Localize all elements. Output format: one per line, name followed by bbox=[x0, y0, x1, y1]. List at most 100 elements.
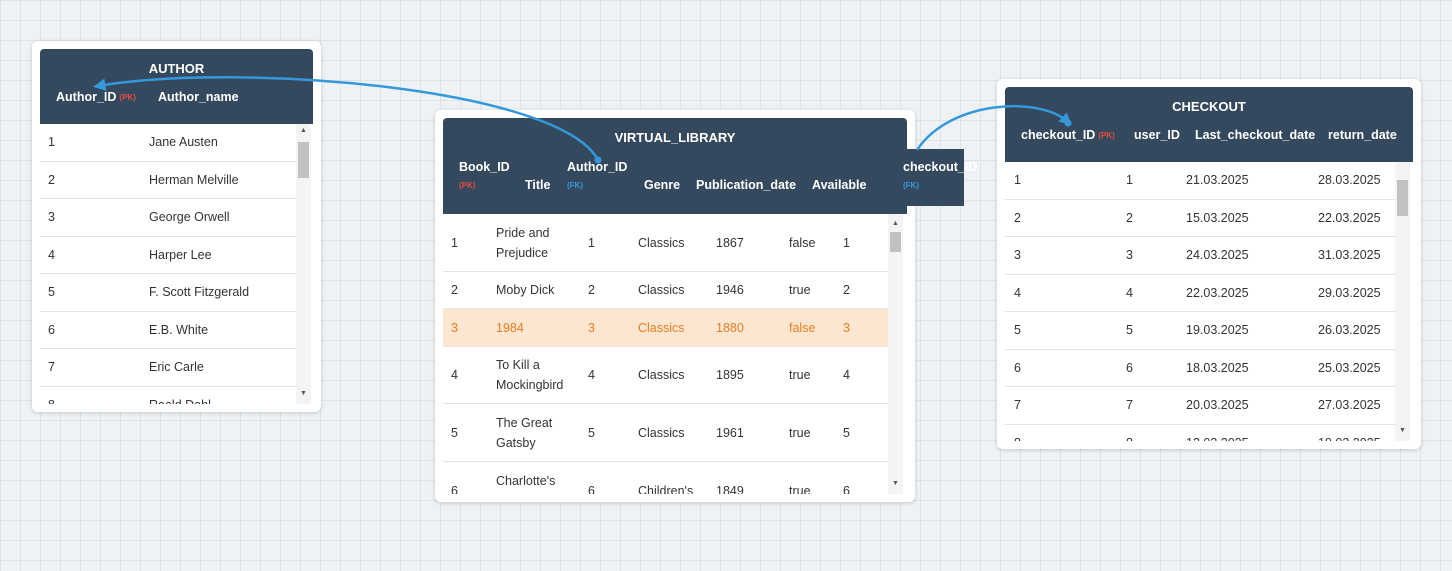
scrollbar-thumb[interactable] bbox=[1397, 180, 1408, 216]
table-cell: 4 bbox=[843, 368, 850, 382]
checkout-table[interactable]: CHECKOUT checkout_ID (PK) user_ID Last_ch… bbox=[997, 79, 1421, 449]
table-cell: 2 bbox=[48, 172, 55, 187]
table-cell: 4 bbox=[1126, 285, 1133, 300]
table-cell: 3 bbox=[48, 210, 55, 225]
table-row[interactable]: 4 4 22.03.2025 29.03.2025 bbox=[1005, 275, 1395, 312]
table-cell: 5 bbox=[1014, 323, 1021, 338]
table-row[interactable]: 3 George Orwell bbox=[40, 199, 296, 237]
scroll-up-arrow-icon[interactable]: ▲ bbox=[888, 219, 903, 229]
table-cell: 1 bbox=[48, 135, 55, 150]
scroll-down-arrow-icon[interactable]: ▼ bbox=[888, 479, 903, 489]
table-cell: 7 bbox=[1014, 398, 1021, 413]
table-cell: 6 bbox=[588, 483, 595, 495]
table-cell: 2 bbox=[451, 283, 458, 297]
author-col-author-name[interactable]: Author_name bbox=[158, 90, 239, 104]
table-row[interactable]: 3 1984 3 Classics 1880 false 3 bbox=[443, 309, 888, 347]
table-row[interactable]: 7 7 20.03.2025 27.03.2025 bbox=[1005, 387, 1395, 425]
table-row[interactable]: 5 F. Scott Fitzgerald bbox=[40, 274, 296, 312]
checkout-col-checkout-id-label: checkout_ID bbox=[1021, 128, 1096, 142]
checkout-table-header: CHECKOUT checkout_ID (PK) user_ID Last_ch… bbox=[1005, 87, 1413, 162]
table-cell: 6 bbox=[1014, 360, 1021, 375]
virtual-library-table-body[interactable]: 1 Pride and Prejudice 1 Classics 1867 false 1 2… bbox=[443, 214, 888, 494]
pk-tag: (PK) bbox=[1098, 131, 1115, 141]
table-cell: 31.03.2025 bbox=[1318, 248, 1381, 263]
checkout-col-user-id[interactable]: user_ID bbox=[1134, 128, 1180, 142]
scroll-down-arrow-icon[interactable]: ▼ bbox=[1395, 426, 1410, 436]
table-cell: 4 bbox=[1014, 285, 1021, 300]
table-cell: 6 bbox=[1126, 360, 1133, 375]
pk-tag: (PK) bbox=[459, 181, 476, 190]
table-row[interactable]: 2 Herman Melville bbox=[40, 162, 296, 199]
table-row[interactable]: 1 Jane Austen bbox=[40, 124, 296, 162]
table-cell: 1 bbox=[843, 235, 850, 250]
vl-col-genre[interactable]: Genre bbox=[644, 178, 680, 192]
table-cell: 21.03.2025 bbox=[1186, 173, 1249, 188]
table-cell: 6 bbox=[451, 483, 458, 495]
author-col-author-id[interactable]: Author_ID (PK) bbox=[56, 90, 136, 104]
table-cell: 5 bbox=[451, 425, 458, 440]
author-table-body[interactable]: 1 Jane Austen 2 Herman Melville 3 George Orwe… bbox=[40, 124, 296, 404]
fk-tag: (FK) bbox=[567, 181, 583, 190]
vl-col-checkout-id[interactable]: checkout_ID (FK) bbox=[903, 160, 977, 190]
author-scrollbar[interactable]: ▲ ▼ bbox=[296, 124, 311, 404]
table-cell: 6 bbox=[843, 483, 850, 495]
checkout-table-title: CHECKOUT bbox=[1172, 99, 1246, 114]
table-row[interactable]: 5 5 19.03.2025 26.03.2025 bbox=[1005, 312, 1395, 350]
checkout-scrollbar[interactable]: ▼ bbox=[1395, 162, 1410, 441]
checkout-table-body[interactable]: 1 1 21.03.2025 28.03.2025 2 2 15.03.2025 22.03.… bbox=[1005, 162, 1395, 441]
table-row[interactable]: 3 3 24.03.2025 31.03.2025 bbox=[1005, 237, 1395, 275]
table-cell: Harper Lee bbox=[149, 247, 212, 262]
virtual-library-table-title: VIRTUAL_LIBRARY bbox=[614, 130, 736, 145]
scroll-up-arrow-icon[interactable]: ▲ bbox=[296, 126, 311, 136]
table-cell: 3 bbox=[843, 320, 850, 335]
table-cell: 5 bbox=[1126, 323, 1133, 338]
scroll-down-arrow-icon[interactable]: ▼ bbox=[296, 389, 311, 399]
table-row[interactable]: 6 Charlotte's Web 6 Children's 1849 true 6 bbox=[443, 462, 888, 495]
virtual-library-scrollbar[interactable]: ▲ ▼ bbox=[888, 214, 903, 494]
author-table[interactable]: AUTHOR Author_ID (PK) Author_name 1 Jane A… bbox=[32, 41, 321, 412]
table-cell: 6 bbox=[48, 322, 55, 337]
table-cell: 26.03.2025 bbox=[1318, 323, 1381, 338]
vl-col-book-id[interactable]: Book_ID (PK) bbox=[459, 160, 510, 190]
table-cell: E.B. White bbox=[149, 322, 209, 337]
vl-col-checkout-id-overflow[interactable]: checkout_ID (FK) bbox=[899, 149, 977, 206]
table-cell: Classics bbox=[638, 368, 685, 382]
table-cell: 1895 bbox=[716, 368, 744, 382]
table-row[interactable]: 4 To Kill a Mockingbird 4 Classics 1895 true 4 bbox=[443, 347, 888, 404]
table-cell: 8 bbox=[1014, 433, 1094, 441]
table-row[interactable]: 6 6 18.03.2025 25.03.2025 bbox=[1005, 350, 1395, 387]
scrollbar-thumb[interactable] bbox=[298, 142, 309, 178]
table-row[interactable]: 8 Roald Dahl bbox=[40, 387, 296, 404]
table-cell: 12.03.2025 bbox=[1186, 433, 1296, 441]
vl-col-publication-date[interactable]: Publication_date bbox=[696, 178, 796, 192]
table-cell: 1 bbox=[1126, 173, 1133, 188]
checkout-col-return-date[interactable]: return_date bbox=[1328, 128, 1397, 142]
table-row[interactable]: 1 Pride and Prejudice 1 Classics 1867 false 1 bbox=[443, 214, 888, 272]
table-row[interactable]: 7 Eric Carle bbox=[40, 349, 296, 387]
table-row[interactable]: 6 E.B. White bbox=[40, 312, 296, 349]
table-cell: 5 bbox=[843, 425, 850, 440]
checkout-col-checkout-id[interactable]: checkout_ID (PK) bbox=[1021, 128, 1115, 142]
vl-col-title[interactable]: Title bbox=[525, 178, 550, 192]
table-cell: The Great Gatsby bbox=[496, 415, 553, 450]
table-row[interactable]: 2 Moby Dick 2 Classics 1946 true 2 bbox=[443, 272, 888, 309]
vl-col-available[interactable]: Available bbox=[812, 178, 866, 192]
scrollbar-thumb[interactable] bbox=[890, 232, 901, 252]
table-cell: Classics bbox=[638, 235, 685, 250]
author-table-title: AUTHOR bbox=[148, 61, 205, 76]
table-row[interactable]: 1 1 21.03.2025 28.03.2025 bbox=[1005, 162, 1395, 200]
table-cell: 24.03.2025 bbox=[1186, 248, 1249, 263]
vl-col-author-id[interactable]: Author_ID (FK) bbox=[567, 160, 627, 190]
pk-tag: (PK) bbox=[119, 93, 136, 103]
table-cell: George Orwell bbox=[149, 210, 230, 225]
table-row[interactable]: 4 Harper Lee bbox=[40, 237, 296, 274]
table-cell: 22.03.2025 bbox=[1318, 210, 1381, 225]
table-cell: true bbox=[789, 483, 811, 495]
checkout-col-last-checkout-date[interactable]: Last_checkout_date bbox=[1195, 128, 1315, 142]
table-row[interactable]: 8 8 12.03.2025 19.03.2025 bbox=[1005, 425, 1395, 441]
virtual-library-table-header: VIRTUAL_LIBRARY Book_ID (PK) Title Author… bbox=[443, 118, 907, 214]
table-cell: 15.03.2025 bbox=[1186, 210, 1249, 225]
table-row[interactable]: 5 The Great Gatsby 5 Classics 1961 true 5 bbox=[443, 404, 888, 462]
virtual-library-table[interactable]: VIRTUAL_LIBRARY Book_ID (PK) Title Author… bbox=[435, 110, 977, 502]
table-row[interactable]: 2 2 15.03.2025 22.03.2025 bbox=[1005, 200, 1395, 237]
